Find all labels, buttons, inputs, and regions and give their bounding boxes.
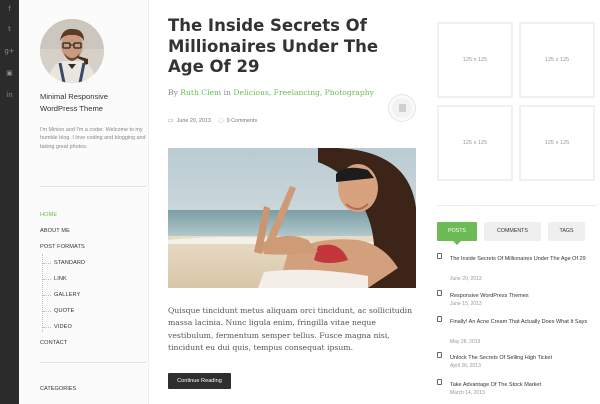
nav-item-video[interactable]: VIDEO	[54, 324, 72, 330]
document-icon	[437, 316, 442, 322]
active-tab-arrow	[453, 241, 461, 245]
nav-item-quote[interactable]: QUOTE	[54, 308, 74, 314]
profile-divider	[40, 186, 146, 187]
category-links[interactable]: Delicious, Freelancing, Photography	[233, 88, 374, 97]
avatar[interactable]	[40, 19, 104, 83]
document-icon	[437, 253, 442, 259]
nav-item-standard[interactable]: STANDARD	[54, 260, 85, 266]
post-date: June 20, 2013	[176, 118, 211, 124]
recent-post-date: March 14, 2013	[450, 390, 485, 396]
blog-post: The Inside Secrets Of Millionaires Under…	[168, 0, 418, 404]
ad-grid: 125 x 125 125 x 125 125 x 125 125 x 125	[437, 22, 600, 182]
nav-tree-line	[42, 254, 43, 332]
nav-tree-branch	[43, 327, 51, 328]
profile-bio: I'm Minion and I'm a coder. Welcome to m…	[40, 127, 146, 150]
nav-tree-branch	[43, 279, 51, 280]
post-byline: By Ruth Clem in Delicious, Freelancing, …	[168, 88, 374, 97]
nav-item-gallery[interactable]: GALLERY	[54, 292, 80, 298]
post-format-badge	[389, 95, 415, 121]
post-comments-link[interactable]: 9 Comments	[227, 118, 258, 124]
recent-post-date: June 20, 2013	[450, 276, 482, 282]
author-link[interactable]: Ruth Clem	[180, 88, 221, 97]
ad-slot[interactable]: 125 x 125	[519, 22, 595, 98]
document-icon	[437, 290, 442, 296]
nav-tree-branch	[43, 311, 51, 312]
nav-tree-branch	[43, 263, 51, 264]
nav-divider	[40, 362, 146, 363]
continue-reading-button[interactable]: Continue Reading	[168, 373, 231, 389]
ad-size-label: 125 x 125	[462, 57, 488, 63]
nav-item-post-formats[interactable]: POST FORMATS	[40, 244, 85, 250]
ad-slot[interactable]: 125 x 125	[437, 22, 513, 98]
calendar-icon: ▭	[168, 117, 174, 124]
recent-post-link[interactable]: The Inside Secrets Of Millionaires Under…	[450, 253, 598, 265]
google-plus-icon[interactable]: g+	[0, 44, 19, 58]
byline-in: in	[223, 88, 231, 97]
linkedin-icon[interactable]: in	[0, 88, 19, 102]
tab-tags[interactable]: TAGS	[548, 222, 585, 241]
nav-item-link[interactable]: LINK	[54, 276, 67, 282]
document-icon	[437, 379, 442, 385]
nav-tree-branch	[43, 295, 51, 296]
post-title[interactable]: The Inside Secrets Of Millionaires Under…	[168, 16, 408, 78]
widget-tabs: POSTS COMMENTS TAGS	[437, 222, 597, 245]
nav-item-home[interactable]: HOME	[40, 212, 57, 218]
social-sidebar: f t g+ ▣ in	[0, 0, 19, 404]
tab-comments[interactable]: COMMENTS	[484, 222, 541, 241]
post-excerpt: Quisque tincidunt metus aliquam orci tin…	[168, 306, 413, 353]
document-icon	[399, 104, 406, 112]
recent-post-date: June 15, 2013	[450, 301, 482, 307]
youtube-icon[interactable]: ▣	[0, 66, 19, 80]
recent-post-date: May 28, 2013	[450, 339, 481, 345]
facebook-icon[interactable]: f	[0, 2, 19, 16]
twitter-icon[interactable]: t	[0, 22, 19, 36]
ad-slot[interactable]: 125 x 125	[437, 105, 513, 181]
post-meta: ▭ June 20, 2013 ◌ 9 Comments	[168, 117, 257, 124]
ad-size-label: 125 x 125	[544, 140, 570, 146]
ad-size-label: 125 x 125	[544, 57, 570, 63]
categories-heading: CATEGORIES	[40, 386, 77, 392]
recent-post-link[interactable]: Finally! An Acne Cream That Actually Doe…	[450, 316, 598, 328]
nav-item-contact[interactable]: CONTACT	[40, 340, 67, 346]
profile-sidebar: Minimal Responsive WordPress Theme I'm M…	[19, 0, 149, 404]
byline-prefix: By	[168, 88, 178, 97]
ad-slot[interactable]: 125 x 125	[519, 105, 595, 181]
document-icon	[437, 352, 442, 358]
recent-post-date: April 26, 2013	[450, 363, 481, 369]
ad-size-label: 125 x 125	[462, 140, 488, 146]
nav-item-about-me[interactable]: ABOUT ME	[40, 228, 70, 234]
sidebar-divider	[437, 205, 597, 206]
site-title: Minimal Responsive WordPress Theme	[40, 92, 108, 113]
featured-image[interactable]	[168, 148, 416, 288]
comment-icon: ◌	[218, 117, 224, 124]
tab-posts[interactable]: POSTS	[437, 222, 477, 241]
